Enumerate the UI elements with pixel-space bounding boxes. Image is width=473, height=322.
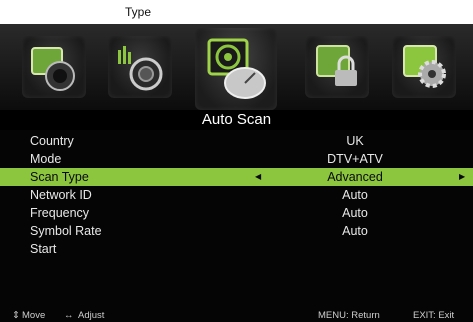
row-label: Mode <box>30 152 62 166</box>
row-value: Auto <box>342 206 368 220</box>
setup-icon[interactable] <box>392 36 456 98</box>
move-hint: Move <box>22 310 46 321</box>
picture-icon[interactable] <box>22 36 86 98</box>
frequency-row[interactable]: Frequency Auto <box>0 204 473 222</box>
exit-hint: EXIT: Exit <box>413 310 455 321</box>
channel-icon[interactable] <box>195 28 277 110</box>
menu-return-hint: MENU: Return <box>318 310 380 321</box>
mode-row[interactable]: Mode DTV+ATV <box>0 150 473 168</box>
row-value: Advanced <box>327 170 383 184</box>
left-arrow-icon[interactable]: ◀ <box>255 168 261 186</box>
network-id-row[interactable]: Network ID Auto <box>0 186 473 204</box>
row-label: Scan Type <box>30 170 89 184</box>
tv-osd-screen: Auto Scan Country UK Mode DTV+ATV Scan T… <box>0 24 473 322</box>
leftright-icon: ↔ <box>64 310 74 321</box>
row-label: Country <box>30 134 74 148</box>
row-label: Symbol Rate <box>30 224 102 238</box>
lock-icon[interactable] <box>305 36 369 98</box>
adjust-hint: Adjust <box>78 310 105 321</box>
row-value: UK <box>346 134 364 148</box>
symbol-rate-row[interactable]: Symbol Rate Auto <box>0 222 473 240</box>
start-row[interactable]: Start <box>0 240 473 258</box>
right-arrow-icon[interactable]: ▶ <box>459 168 465 186</box>
row-label: Frequency <box>30 206 90 220</box>
scan-type-row[interactable]: Scan Type ◀ Advanced ▶ <box>0 168 473 186</box>
row-value: DTV+ATV <box>327 152 383 166</box>
sound-icon[interactable] <box>108 36 172 98</box>
menu-icon-bar <box>0 24 473 110</box>
settings-list: Country UK Mode DTV+ATV Scan Type ◀ Adva… <box>0 132 473 258</box>
country-row[interactable]: Country UK <box>0 132 473 150</box>
page-caption: Type <box>125 5 152 19</box>
updown-icon: ⇕ <box>12 310 20 321</box>
footer-hints: ⇕ Move ↔ Adjust MENU: Return EXIT: Exit <box>0 309 473 322</box>
row-value: Auto <box>342 188 368 202</box>
row-value: Auto <box>342 224 368 238</box>
menu-title: Auto Scan <box>0 110 473 130</box>
row-label: Network ID <box>30 188 92 202</box>
row-label: Start <box>30 242 57 256</box>
